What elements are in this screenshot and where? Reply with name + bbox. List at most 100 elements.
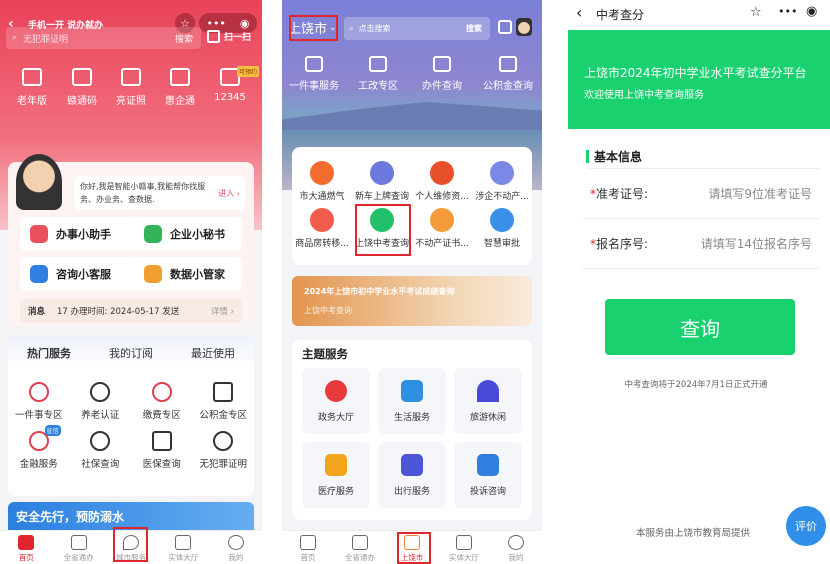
service-no-crime-cert[interactable]: 无犯罪证明 — [193, 431, 255, 470]
message-bar[interactable]: 消息 17 办理时间: 2024-05-17 发送 详情 › — [20, 299, 242, 323]
nav-home[interactable]: 首页 — [282, 531, 334, 564]
hall-icon — [456, 535, 472, 550]
search-button[interactable]: 搜索 — [175, 32, 193, 45]
palm-tree-icon — [477, 380, 499, 402]
tab-recent[interactable]: 最近使用 — [172, 345, 254, 361]
service-payment[interactable]: 缴费专区 — [131, 382, 193, 421]
rate-button[interactable]: 评价 — [786, 506, 826, 546]
detail-link[interactable]: 详情 › — [211, 305, 234, 317]
registration-number-field[interactable]: *报名序号: 请填写14位报名序号 — [582, 219, 820, 269]
provider-text: 本服务由上饶市教育局提供 — [636, 528, 751, 539]
tab-subscriptions[interactable]: 我的订阅 — [90, 345, 172, 361]
admission-number-input[interactable]: 请填写9位准考证号 — [708, 185, 812, 202]
yen-icon — [151, 382, 172, 402]
scan-icon — [207, 30, 220, 43]
app-car-plate[interactable]: 新车上牌查询 — [352, 161, 412, 202]
home-icon — [18, 535, 35, 550]
search-placeholder: 无犯罪证明 — [23, 34, 69, 45]
credit-badge: 征信 — [44, 425, 61, 436]
document-icon — [70, 535, 87, 550]
tool-consult-service[interactable]: 咨询小客服 — [20, 257, 140, 291]
favorite-star-icon[interactable]: ☆ — [750, 5, 762, 20]
hall-icon — [175, 535, 192, 550]
service-provident-fund[interactable]: 公积金专区 — [193, 382, 255, 421]
search-input[interactable]: ⌕ 无犯罪证明 搜索 — [6, 27, 201, 49]
quick-one-thing[interactable]: 一件事服务 — [282, 56, 346, 92]
profile-icon — [508, 535, 524, 550]
search-button[interactable]: 搜索 — [466, 23, 482, 34]
elder-icon — [90, 382, 111, 402]
nav-home[interactable]: 首页 — [0, 531, 52, 564]
tool-affairs-helper[interactable]: 办事小助手 — [20, 217, 140, 251]
close-target-icon[interactable]: ◉ — [806, 4, 817, 19]
coin-icon: 征信 — [28, 425, 61, 451]
quick-case-query[interactable]: 办件查询 — [410, 56, 474, 92]
quick-qr-code[interactable]: 赣通码 — [56, 68, 108, 107]
quick-reform-zone[interactable]: 工改专区 — [346, 56, 410, 92]
services-card: 热门服务 我的订阅 最近使用 一件事专区 养老认证 缴费专区 公积金专区 征信金… — [8, 336, 254, 496]
lightning-icon — [28, 382, 49, 402]
service-social-security[interactable]: 社保查询 — [70, 431, 132, 470]
qr-code-icon — [72, 68, 92, 86]
query-button[interactable]: 查询 — [605, 299, 795, 355]
chat-icon — [30, 265, 48, 283]
nav-mine[interactable]: 我的 — [490, 531, 542, 564]
enter-link[interactable]: 进入 › — [218, 187, 240, 200]
app-property-cert[interactable]: 不动产证书... — [412, 208, 472, 249]
document-icon — [310, 208, 334, 232]
highlight-box — [355, 204, 411, 256]
theme-gov-hall[interactable]: 政务大厅 — [302, 368, 370, 434]
nav-mine[interactable]: 我的 — [210, 531, 262, 564]
platform-title: 上饶市2024年初中学业水平考试查分平台 — [584, 66, 807, 80]
nav-hall[interactable]: 实体大厅 — [157, 531, 209, 564]
gov-logo-icon — [325, 380, 347, 402]
more-icon[interactable]: ••• — [206, 17, 225, 30]
page-title: 中考查分 — [596, 8, 645, 22]
zhongkao-banner[interactable]: 2024年上饶市初中学业水平考试成绩查询 上饶中考查询 — [292, 276, 532, 326]
assistant-bubble[interactable]: 你好,我是智能小赣事,我能帮你找服务、办业务、查数据. 进入 › — [74, 176, 246, 210]
theme-travel[interactable]: 旅游休闲 — [454, 368, 522, 434]
assistant-card: 你好,我是智能小赣事,我能帮你找服务、办业务、查数据. 进入 › 办事小助手 企业… — [8, 154, 254, 327]
admission-number-field[interactable]: *准考证号: 请填写9位准考证号 — [582, 169, 820, 219]
theme-complaint[interactable]: 投诉咨询 — [454, 442, 522, 508]
tool-enterprise-secretary[interactable]: 企业小秘书 — [134, 217, 242, 251]
medical-kit-icon — [325, 454, 347, 476]
service-one-thing[interactable]: 一件事专区 — [8, 382, 70, 421]
app-repair-fund[interactable]: 个人维修资... — [412, 161, 472, 202]
quick-fund-query[interactable]: 公积金查询 — [476, 56, 540, 92]
registration-number-input[interactable]: 请填写14位报名序号 — [701, 235, 812, 252]
search-input[interactable]: ⌕ 点击搜索 搜索 — [344, 17, 490, 40]
quick-id-card[interactable]: 亮证照 — [105, 68, 157, 107]
document-icon — [352, 535, 368, 550]
service-finance[interactable]: 征信 金融服务 — [8, 425, 70, 470]
secretary-icon — [144, 225, 162, 243]
back-icon[interactable]: ‹ — [576, 3, 582, 22]
theme-medical[interactable]: 医疗服务 — [302, 442, 370, 508]
nav-hall[interactable]: 实体大厅 — [438, 531, 490, 564]
nav-province[interactable]: 全省通办 — [334, 531, 386, 564]
theme-transport[interactable]: 出行服务 — [378, 442, 446, 508]
highlight-box — [113, 527, 148, 562]
gov-app-home-screen: ‹ 手机一开 说办就办 ☆ ••• ◉ ⌕ 无犯罪证明 搜索 扫一扫 老年版 赣通码 … — [0, 0, 262, 564]
app-housing-transfer[interactable]: 商品房转移... — [292, 208, 352, 249]
app-gas[interactable]: 市大通燃气 — [292, 161, 352, 202]
scan-button[interactable]: 扫一扫 — [207, 30, 251, 43]
star-icon — [310, 161, 334, 185]
service-medical-insurance[interactable]: 医保查询 — [131, 431, 193, 470]
tab-hot-services[interactable]: 热门服务 — [8, 345, 90, 361]
scan-icon[interactable] — [498, 20, 512, 34]
id-card-icon — [121, 68, 141, 86]
avatar[interactable] — [516, 18, 532, 36]
quick-enterprise[interactable]: 惠企通 — [154, 68, 206, 107]
nav-province[interactable]: 全省通办 — [52, 531, 104, 564]
app-enterprise-property[interactable]: 涉企不动产... — [472, 161, 532, 202]
quick-elder[interactable]: 老年版 — [6, 68, 58, 107]
close-target-icon[interactable]: ◉ — [240, 17, 250, 30]
app-smart-approval[interactable]: 智慧审批 — [472, 208, 532, 249]
tool-data-manager[interactable]: 数据小管家 — [134, 257, 242, 291]
service-pension-auth[interactable]: 养老认证 — [70, 382, 132, 421]
more-icon[interactable]: ••• — [778, 5, 797, 18]
search-icon: ⌕ — [349, 23, 354, 33]
theme-life[interactable]: 生活服务 — [378, 368, 446, 434]
edit-icon — [305, 56, 323, 72]
